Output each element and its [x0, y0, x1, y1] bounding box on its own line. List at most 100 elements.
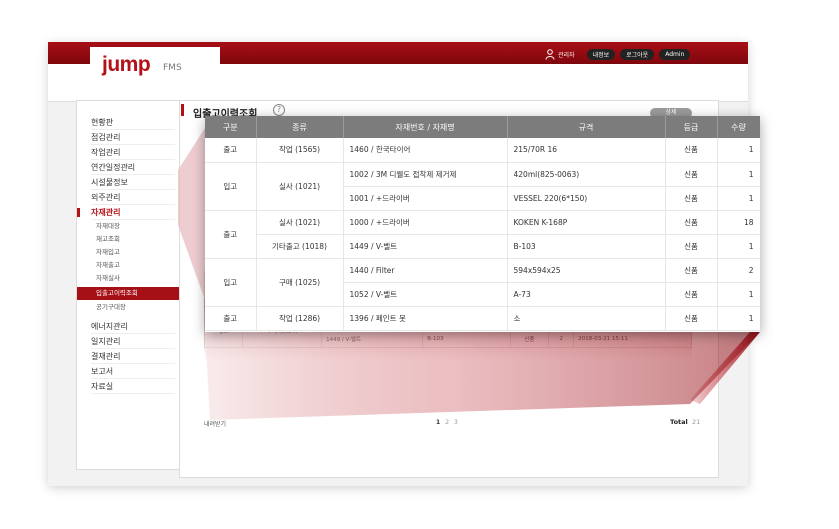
total-number: 21: [692, 418, 701, 426]
cell-date: 2018-03-21 15:11: [573, 330, 692, 348]
cell-qty: 1: [717, 234, 760, 259]
cell-item: 1460 / 한국타이어: [343, 138, 508, 163]
cell-qty: 2: [717, 258, 760, 283]
column-header-item[interactable]: 자재번호 / 자재명: [343, 116, 508, 138]
logo-mark: jump: [102, 53, 151, 76]
sidebar-item-logbook[interactable]: 일지관리: [91, 334, 175, 349]
table-row[interactable]: 출고 실사 (1021) 1000 / +드라이버 KOKEN K-168P 신품 18: [205, 210, 760, 259]
logout-button[interactable]: 로그아웃: [620, 48, 655, 60]
user-label: 관리자: [558, 51, 575, 59]
subitem-material-out[interactable]: 자재출고: [96, 259, 120, 272]
column-header-grade[interactable]: 등급: [665, 116, 718, 138]
cell-type: 출고: [205, 210, 257, 259]
page-link-1[interactable]: 1: [436, 419, 440, 426]
cell-qty: 2: [548, 330, 575, 348]
column-header-kind[interactable]: 종류: [256, 116, 344, 138]
sidebar-item-outsourcing[interactable]: 외주관리: [91, 190, 175, 205]
cell-grade: 신품: [665, 210, 718, 235]
cell-spec: B-103: [507, 234, 666, 259]
subitem-material-in[interactable]: 자재입고: [96, 246, 120, 259]
cell-kind: 실사 (1021): [256, 210, 344, 235]
sidebar-item-work[interactable]: 작업관리: [91, 145, 175, 160]
cell-qty: 1: [717, 162, 760, 187]
cell-type: 입고: [205, 258, 257, 307]
zoom-table-popup: 구분 종류 자재번호 / 자재명 규격 등급 수량 출고 작업 (1565) 146…: [205, 116, 760, 332]
sidebar-item-archive[interactable]: 자료실: [91, 379, 175, 394]
cell-grade: 신품: [509, 330, 550, 348]
subitem-material-ledger[interactable]: 자재대장: [96, 220, 120, 233]
cell-grade: 신품: [665, 234, 718, 259]
cell-qty: 1: [717, 282, 760, 307]
cell-spec: KOKEN K-168P: [507, 210, 666, 235]
cell-qty: 1: [717, 306, 760, 331]
cell-kind: 작업 (1286): [256, 306, 344, 331]
subitem-material-audit[interactable]: 자재실사: [96, 272, 120, 285]
cell-qty: 1: [717, 186, 760, 211]
cell-spec: 소: [507, 306, 666, 331]
cell-item: 1396 / 페인트 못: [343, 306, 508, 331]
cell-qty: 18: [717, 210, 760, 235]
cell-spec: 215/70R 16: [507, 138, 666, 163]
sidebar-item-materials[interactable]: 자재관리: [77, 205, 175, 220]
sidebar-item-facility-info[interactable]: 시설물정보: [91, 175, 175, 190]
table-row[interactable]: 기타출고 (1018) 1449 / V-벨트 B-103 신품 1: [205, 234, 760, 259]
cell-spec: B-103: [422, 330, 511, 348]
total-label: Total: [670, 418, 688, 426]
column-header-qty[interactable]: 수량: [717, 116, 760, 138]
subitem-inout-history[interactable]: 입출고이력조회: [77, 287, 188, 300]
table-row[interactable]: 출고 작업 (1286) 1396 / 페인트 못 소 신품 1: [205, 306, 760, 331]
cell-kind: 기타출고 (1018): [256, 234, 344, 259]
sidebar-item-inspection[interactable]: 점검관리: [91, 130, 175, 145]
cell-kind: 구매 (1025): [256, 258, 344, 307]
cell-item: 1000 / +드라이버: [343, 210, 508, 235]
page-link-2[interactable]: 2: [445, 419, 449, 426]
cell-kind: 작업 (1565): [256, 138, 344, 163]
cell-grade: 신품: [665, 282, 718, 307]
cell-item: 1449 / V-벨트: [343, 234, 508, 259]
cell-grade: 신품: [665, 306, 718, 331]
cell-item: 1440 / Filter: [343, 258, 508, 283]
sidebar-item-report[interactable]: 보고서: [91, 364, 175, 379]
table-row[interactable]: 입고 실사 (1021) 1002 / 3M 디웰도 접착제 제거제 420ml(82…: [205, 162, 760, 211]
cell-item: 1002 / 3M 디웰도 접착제 제거제: [343, 162, 508, 187]
cell-type: 출고: [205, 306, 257, 331]
title-accent: [181, 104, 184, 116]
sidebar-item-approval[interactable]: 결재관리: [91, 349, 175, 364]
subitem-stock-query[interactable]: 재고조회: [96, 233, 120, 246]
table-row[interactable]: 입고 구매 (1025) 1440 / Filter 594x594x25 신품 2: [205, 258, 760, 307]
history-table: 구분 종류 자재번호 / 자재명 규격 등급 수량 출고 작업 (1565) 146…: [205, 116, 760, 331]
cell-item: 1449 / V-벨트: [321, 330, 424, 348]
logo-sub: FMS: [163, 63, 182, 73]
column-header-spec[interactable]: 규격: [507, 116, 666, 138]
cell-grade: 신품: [665, 162, 718, 187]
table-row[interactable]: 출고 작업 (1565) 1460 / 한국타이어 215/70R 16 신품 1: [205, 138, 760, 163]
help-icon[interactable]: ?: [273, 104, 285, 116]
download-link[interactable]: 내려받기: [204, 419, 226, 428]
user-icon: [545, 48, 555, 60]
my-info-button[interactable]: 내정보: [586, 48, 616, 60]
cell-type: 출고: [205, 138, 257, 163]
cell-spec: VESSEL 220(6*150): [507, 186, 666, 211]
logo[interactable]: jump FMS: [90, 47, 220, 87]
sidebar-item-annual-schedule[interactable]: 연간일정관리: [91, 160, 175, 175]
table-header-row: 구분 종류 자재번호 / 자재명 규격 등급 수량: [205, 116, 760, 138]
admin-button[interactable]: Admin: [659, 48, 691, 60]
sidebar-item-dashboard[interactable]: 현황판: [91, 115, 175, 130]
cell-grade: 신품: [665, 186, 718, 211]
cell-kind: 실사 (1021): [256, 162, 344, 211]
cell-spec: 420ml(825-0063): [507, 162, 666, 187]
column-header-type[interactable]: 구분: [205, 116, 257, 138]
sidebar-item-energy[interactable]: 에너지관리: [91, 319, 175, 334]
cell-grade: 신품: [665, 138, 718, 163]
user-area: 관리자 내정보 로그아웃 Admin: [545, 47, 695, 61]
pagination: 1 2 3: [436, 419, 463, 426]
cell-spec: 594x594x25: [507, 258, 666, 283]
subitem-tool-ledger[interactable]: 공기구대장: [96, 301, 126, 314]
cell-type: 입고: [205, 162, 257, 211]
cell-qty: 1: [717, 138, 760, 163]
screenshot-stage: 관리자 내정보 로그아웃 Admin jump FMS 현황판 점검관리 작업관…: [0, 0, 839, 529]
cell-item: 1001 / +드라이버: [343, 186, 508, 211]
page-link-3[interactable]: 3: [454, 419, 458, 426]
cell-spec: A-73: [507, 282, 666, 307]
cell-grade: 신품: [665, 258, 718, 283]
